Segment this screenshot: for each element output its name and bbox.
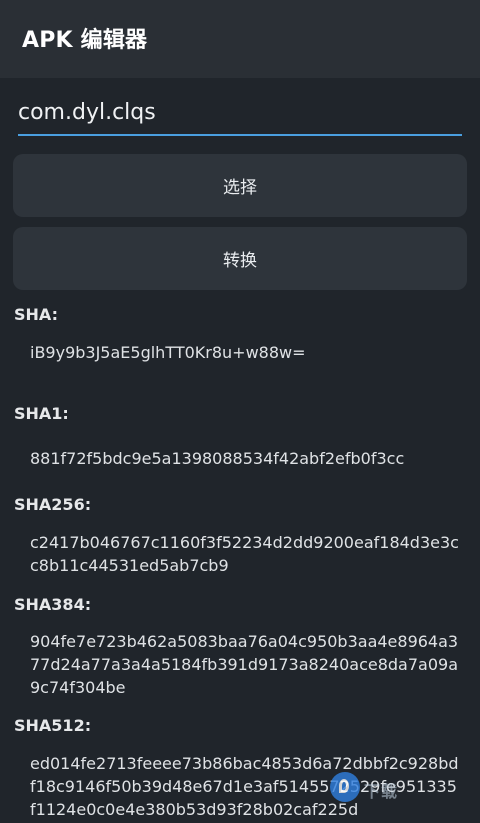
app-title: APK 编辑器 [22, 28, 148, 53]
sha256-label: SHA256: [14, 495, 92, 514]
sha1-label: SHA1: [14, 404, 69, 423]
select-button[interactable]: 选择 [13, 154, 467, 217]
sha512-value: ed014fe2713feeee73b86bac4853d6a72dbbf2c9… [30, 754, 459, 819]
sha384-value: 904fe7e723b462a5083baa76a04c950b3aa4e896… [30, 632, 459, 697]
convert-button[interactable]: 转换 [13, 227, 467, 290]
sha256-value: c2417b046767c1160f3f52234d2dd9200eaf184d… [30, 533, 459, 575]
sha384-label: SHA384: [14, 595, 92, 614]
sha512-label: SHA512: [14, 716, 92, 735]
sha1-value: 881f72f5bdc9e5a1398088534f42abf2efb0f3cc [30, 449, 405, 468]
package-name-input[interactable] [18, 96, 462, 136]
sha-label: SHA: [14, 305, 58, 324]
sha-value: iB9y9b3J5aE5glhTT0Kr8u+w88w= [30, 343, 306, 362]
app-bar: APK 编辑器 [0, 0, 480, 78]
